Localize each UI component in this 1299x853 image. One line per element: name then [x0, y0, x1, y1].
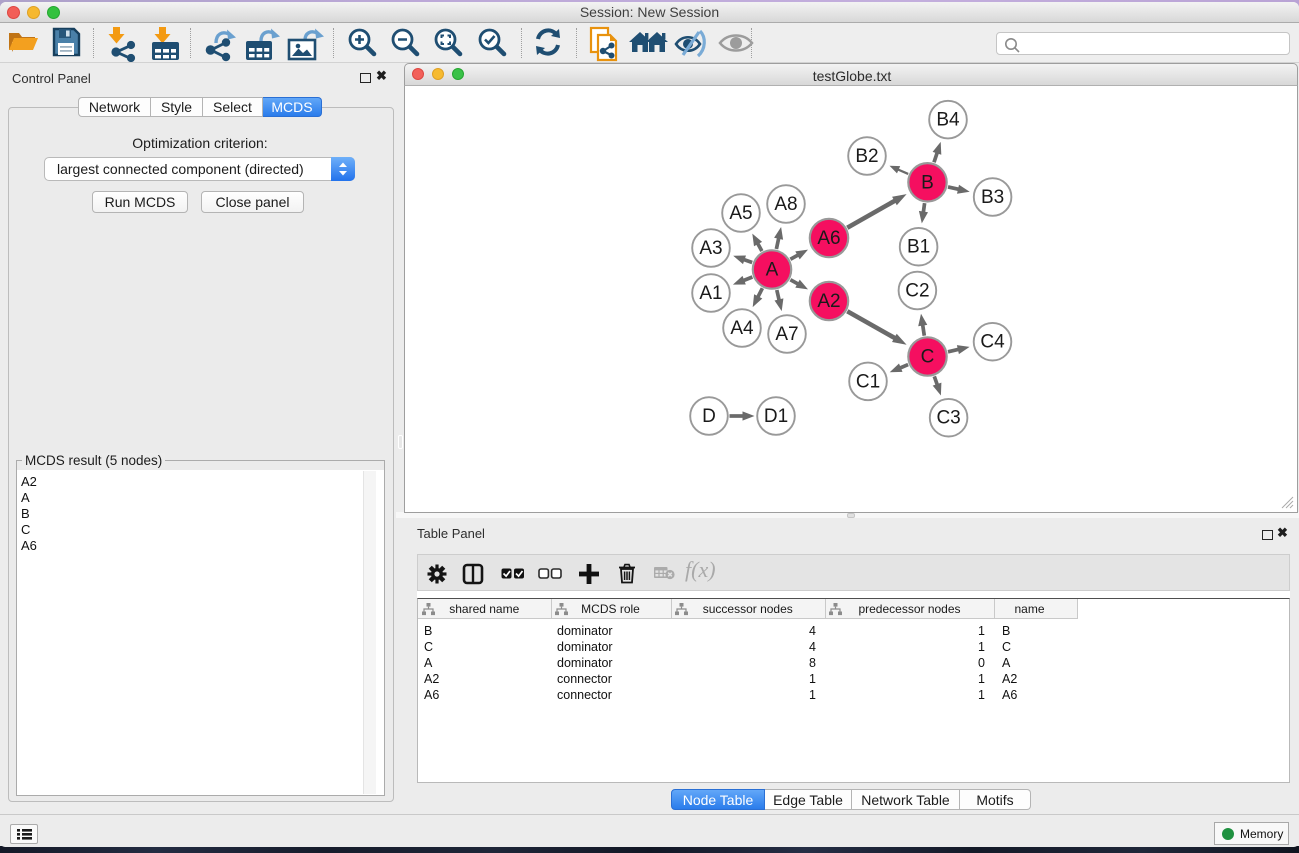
- svg-text:A6: A6: [817, 228, 840, 249]
- svg-text:B3: B3: [981, 187, 1004, 208]
- svg-text:C1: C1: [856, 371, 880, 392]
- svg-text:C2: C2: [905, 281, 929, 302]
- svg-text:D1: D1: [764, 406, 788, 427]
- svg-text:A3: A3: [699, 238, 722, 259]
- svg-text:C4: C4: [980, 332, 1005, 353]
- svg-text:B: B: [921, 172, 934, 193]
- svg-text:B4: B4: [936, 110, 960, 131]
- svg-text:A1: A1: [699, 283, 722, 304]
- svg-text:A5: A5: [729, 203, 752, 224]
- svg-text:A2: A2: [817, 291, 840, 312]
- svg-text:A: A: [766, 260, 779, 281]
- svg-text:C: C: [921, 347, 935, 368]
- svg-text:B2: B2: [855, 146, 878, 167]
- svg-text:B1: B1: [907, 237, 930, 258]
- svg-text:A4: A4: [730, 318, 754, 339]
- svg-text:D: D: [702, 406, 716, 427]
- svg-text:A7: A7: [775, 324, 798, 345]
- svg-text:A8: A8: [774, 194, 797, 215]
- svg-text:C3: C3: [936, 408, 960, 429]
